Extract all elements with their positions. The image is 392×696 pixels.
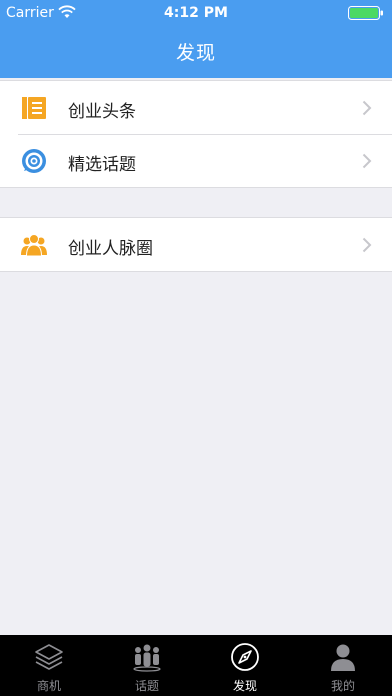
header: Carrier 4:12 PM 发现 — [0, 0, 392, 78]
newspaper-icon — [22, 97, 46, 119]
menu-item-label: 创业头条 — [68, 102, 136, 122]
page-title: 发现 — [175, 42, 216, 64]
target-chat-icon — [22, 149, 46, 173]
tab-opportunities[interactable]: 商机 — [0, 635, 98, 696]
menu-item-startup-network[interactable]: 创业人脉圈 — [0, 218, 392, 271]
menu-group-1: 创业头条 精选话题 — [0, 80, 392, 188]
person-icon — [331, 644, 355, 671]
status-bar: Carrier 4:12 PM — [0, 0, 392, 26]
chevron-right-icon — [362, 100, 372, 116]
tab-label: 话题 — [134, 679, 159, 693]
menu-group-2: 创业人脉圈 — [0, 217, 392, 272]
tab-label: 商机 — [36, 679, 61, 693]
chevron-right-icon — [362, 153, 372, 169]
chevron-right-icon — [362, 237, 372, 253]
menu-item-startup-headlines[interactable]: 创业头条 — [0, 81, 392, 134]
status-time: 4:12 PM — [164, 5, 228, 21]
tab-topics[interactable]: 话题 — [98, 635, 196, 696]
group-icon — [133, 644, 161, 672]
menu-item-label: 精选话题 — [68, 155, 136, 175]
discover-screen: Carrier 4:12 PM 发现 创业头条 精选话题 创业人脉圈 商机 话题… — [0, 0, 392, 696]
tab-discover[interactable]: 发现 — [196, 635, 294, 696]
menu-item-featured-topics[interactable]: 精选话题 — [0, 134, 392, 187]
compass-icon — [231, 643, 259, 671]
tab-label: 发现 — [232, 679, 257, 693]
layers-icon — [35, 644, 63, 670]
tab-mine[interactable]: 我的 — [294, 635, 392, 696]
battery-icon — [348, 6, 383, 20]
tab-label: 我的 — [330, 679, 355, 693]
tab-bar: 商机 话题 发现 我的 — [0, 635, 392, 696]
menu-item-label: 创业人脉圈 — [68, 239, 153, 259]
people-icon — [21, 234, 47, 257]
